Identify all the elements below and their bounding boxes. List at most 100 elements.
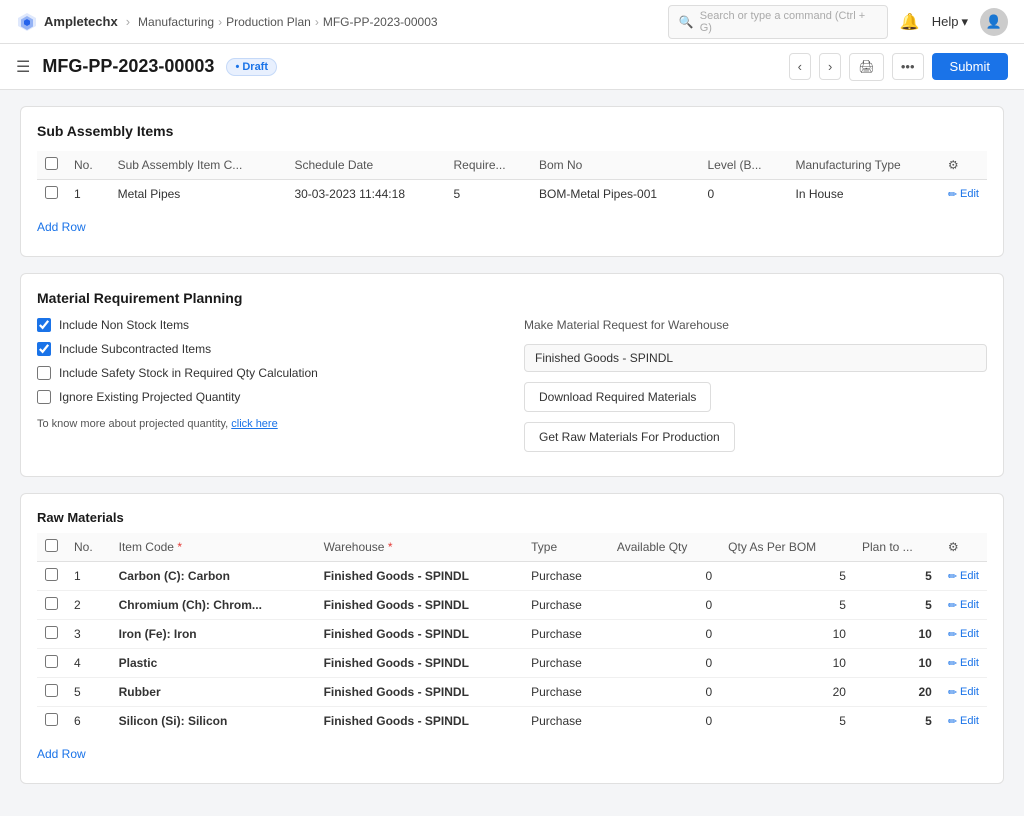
raw-col-type: Type [523,533,609,562]
warehouse-value[interactable]: Finished Goods - SPINDL [524,344,987,372]
row-available-qty: 0 [609,591,720,620]
nonstock-checkbox[interactable] [37,318,51,332]
submit-button[interactable]: Submit [932,53,1008,80]
raw-materials-table: No. Item Code * Warehouse * Type Availab… [37,533,987,735]
row-type: Purchase [523,562,609,591]
mrp-left: Include Non Stock Items Include Subcontr… [37,318,500,452]
doc-title: MFG-PP-2023-00003 [42,56,214,77]
download-required-materials-button[interactable]: Download Required Materials [524,382,711,412]
breadcrumb: Manufacturing › Production Plan › MFG-PP… [138,15,438,29]
row-type: Purchase [523,620,609,649]
row-qty-per-bom: 5 [720,562,854,591]
raw-materials-section: Raw Materials No. Item Code * Warehouse … [20,493,1004,784]
row-edit-link[interactable]: ✏ Edit [948,570,979,583]
row-available-qty: 0 [609,678,720,707]
sub-assembly-title: Sub Assembly Items [37,123,987,139]
row-no: 2 [66,591,111,620]
row-warehouse: Finished Goods - SPINDL [316,562,524,591]
prev-button[interactable]: ‹ [789,53,811,80]
sub-assembly-add-row[interactable]: Add Row [37,214,86,240]
row-edit-link[interactable]: ✏ Edit [948,628,979,641]
help-button[interactable]: Help ▾ [932,14,968,30]
table-row: 5 Rubber Finished Goods - SPINDL Purchas… [37,678,987,707]
row-plan-to: 5 [854,707,940,736]
notification-bell-icon[interactable]: 🔔 [900,12,920,32]
raw-col-plan-to: Plan to ... [854,533,940,562]
mrp-section: Material Requirement Planning Include No… [20,273,1004,477]
row-checkbox[interactable] [45,626,58,639]
row-warehouse: Finished Goods - SPINDL [316,678,524,707]
breadcrumb-sep-0: › [126,14,130,29]
subcontracted-checkbox[interactable] [37,342,51,356]
row-mfg-type: In House [787,180,939,209]
top-nav: Ampletechx › Manufacturing › Production … [0,0,1024,44]
help-label: Help [932,14,959,29]
row-edit-link[interactable]: ✏ Edit [948,686,979,699]
table-row: 6 Silicon (Si): Silicon Finished Goods -… [37,707,987,736]
row-schedule-date: 30-03-2023 11:44:18 [286,180,445,209]
breadcrumb-manufacturing[interactable]: Manufacturing [138,15,214,29]
nonstock-label: Include Non Stock Items [59,318,189,332]
col-level: Level (B... [699,151,787,180]
subcontracted-label: Include Subcontracted Items [59,342,211,356]
col-no: No. [66,151,110,180]
raw-select-all[interactable] [45,539,58,552]
row-checkbox[interactable] [45,713,58,726]
breadcrumb-sep-2: › [315,15,319,29]
row-checkbox[interactable] [45,655,58,668]
row-no: 5 [66,678,111,707]
raw-col-settings: ⚙ [940,533,987,562]
sub-assembly-section: Sub Assembly Items No. Sub Assembly Item… [20,106,1004,257]
col-schedule-date: Schedule Date [286,151,445,180]
print-button[interactable]: 🖨 [849,53,884,81]
row-checkbox[interactable] [45,186,58,199]
avatar[interactable]: 👤 [980,8,1008,36]
logo-text: Ampletechx [44,14,118,29]
search-icon: 🔍 [679,15,694,29]
row-plan-to: 20 [854,678,940,707]
row-checkbox[interactable] [45,597,58,610]
table-row: 1 Carbon (C): Carbon Finished Goods - SP… [37,562,987,591]
ignoreprojected-label: Ignore Existing Projected Quantity [59,390,240,404]
logo-icon [16,11,38,33]
get-raw-materials-button[interactable]: Get Raw Materials For Production [524,422,735,452]
row-available-qty: 0 [609,562,720,591]
row-bom-no: BOM-Metal Pipes-001 [531,180,699,209]
raw-col-item-code: Item Code * [111,533,316,562]
row-type: Purchase [523,707,609,736]
row-no: 3 [66,620,111,649]
row-edit-link[interactable]: ✏ Edit [948,188,979,201]
mrp-title: Material Requirement Planning [37,290,987,306]
row-plan-to: 5 [854,591,940,620]
breadcrumb-doc-id[interactable]: MFG-PP-2023-00003 [323,15,438,29]
row-warehouse: Finished Goods - SPINDL [316,591,524,620]
row-no: 1 [66,180,110,209]
safetystock-checkbox[interactable] [37,366,51,380]
row-edit-link[interactable]: ✏ Edit [948,715,979,728]
breadcrumb-production-plan[interactable]: Production Plan [226,15,311,29]
pencil-icon: ✏ [948,657,957,670]
row-available-qty: 0 [609,707,720,736]
row-checkbox[interactable] [45,684,58,697]
row-checkbox[interactable] [45,568,58,581]
next-button[interactable]: › [819,53,841,80]
row-warehouse: Finished Goods - SPINDL [316,707,524,736]
row-edit-link[interactable]: ✏ Edit [948,599,979,612]
ignoreprojected-checkbox[interactable] [37,390,51,404]
more-button[interactable]: ••• [892,53,924,80]
hamburger-icon[interactable]: ☰ [16,57,30,77]
row-edit-link[interactable]: ✏ Edit [948,657,979,670]
row-no: 6 [66,707,111,736]
pencil-icon: ✏ [948,599,957,612]
row-type: Purchase [523,649,609,678]
row-item-code: Plastic [111,649,316,678]
sub-assembly-table: No. Sub Assembly Item C... Schedule Date… [37,151,987,208]
raw-materials-add-row[interactable]: Add Row [37,741,86,767]
help-chevron-icon: ▾ [961,14,968,30]
click-here-link[interactable]: click here [231,418,277,430]
sub-assembly-select-all[interactable] [45,157,58,170]
raw-col-qty-bom: Qty As Per BOM [720,533,854,562]
search-box[interactable]: 🔍 Search or type a command (Ctrl + G) [668,5,888,39]
col-mfg-type: Manufacturing Type [787,151,939,180]
pencil-icon: ✏ [948,188,957,201]
